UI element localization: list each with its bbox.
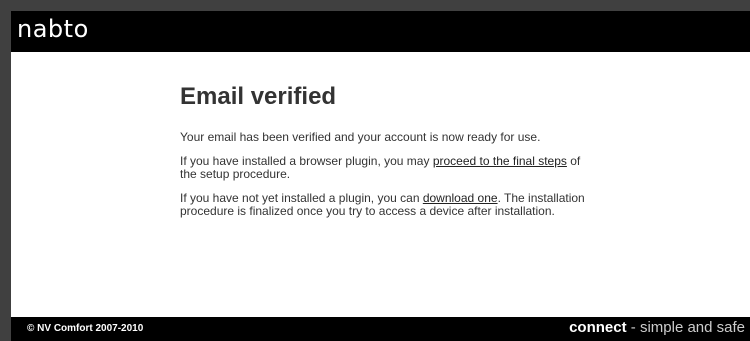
page-frame: nabto Email verified Your email has been…	[11, 11, 750, 341]
plugin-not-installed-text-before: If you have not yet installed a plugin, …	[180, 191, 423, 205]
main-content: Email verified Your email has been verif…	[180, 83, 600, 229]
plugin-not-installed-message: If you have not yet installed a plugin, …	[180, 192, 600, 218]
copyright-text: © NV Comfort 2007-2010	[27, 323, 144, 334]
tagline: connect - simple and safe	[569, 319, 745, 337]
download-plugin-link[interactable]: download one	[423, 191, 498, 205]
header-bar: nabto	[11, 11, 750, 52]
plugin-installed-text-before: If you have installed a browser plugin, …	[180, 154, 433, 168]
verified-message: Your email has been verified and your ac…	[180, 130, 541, 144]
proceed-final-steps-link[interactable]: proceed to the final steps	[433, 154, 567, 168]
tagline-connect: connect	[569, 319, 627, 336]
plugin-installed-message: If you have installed a browser plugin, …	[180, 155, 600, 181]
tagline-rest: - simple and safe	[626, 319, 745, 336]
footer-bar: © NV Comfort 2007-2010 connect - simple …	[11, 317, 750, 341]
page-title: Email verified	[180, 83, 337, 110]
nabto-logo[interactable]: nabto	[17, 14, 89, 44]
